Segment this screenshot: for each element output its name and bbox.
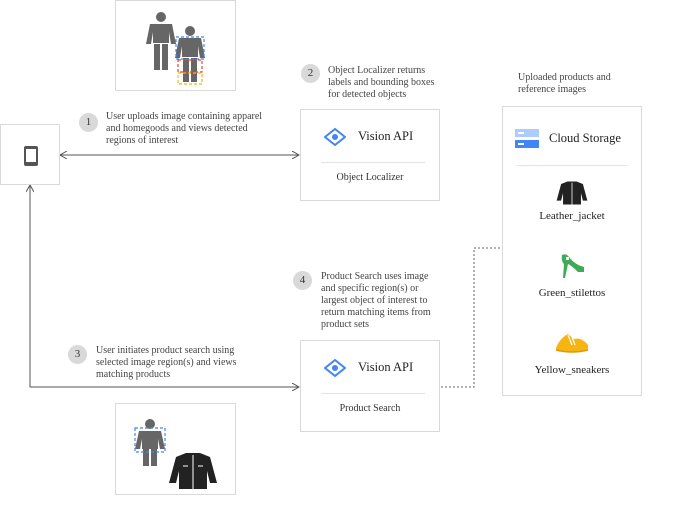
vision-api-icon	[324, 358, 346, 378]
step-2-badge: 2	[301, 64, 320, 83]
person-selected-icon	[134, 419, 166, 466]
step-4-badge: 4	[293, 271, 312, 290]
vision-api-icon	[324, 127, 346, 147]
api-subtitle: Product Search	[339, 403, 401, 414]
cloud-storage-panel: Cloud Storage Leather_jacket Green_stile…	[502, 106, 642, 396]
vision-api-object-localizer: Vision API Object Localizer	[300, 109, 440, 201]
item-label: Green_stilettos	[538, 287, 606, 299]
item-label: Leather_jacket	[539, 210, 605, 222]
item-label: Yellow_sneakers	[534, 364, 610, 376]
storage-title: Cloud Storage	[549, 131, 621, 145]
jacket-result-icon	[169, 453, 217, 489]
uploaded-image-thumbnail	[115, 0, 236, 91]
step-3-badge: 3	[68, 345, 87, 364]
jacket-icon	[556, 181, 588, 205]
smartphone-icon	[24, 146, 38, 166]
step-2-text: Object Localizer returns labels and boun…	[328, 65, 435, 100]
vision-api-product-search: Vision API Product Search	[300, 340, 440, 432]
person-with-boxes-icon	[175, 26, 205, 85]
step-3-text: User initiates product search using sele…	[96, 345, 237, 380]
step-1-badge: 1	[79, 113, 98, 132]
phone-box	[0, 124, 60, 185]
cloud-storage-icon	[515, 129, 539, 148]
step-1-text: User uploads image containing apparel an…	[106, 111, 263, 146]
stiletto-icon	[561, 254, 584, 278]
sneaker-icon	[555, 334, 589, 353]
api-subtitle: Object Localizer	[336, 172, 404, 183]
storage-heading: Uploaded products and reference images	[518, 72, 611, 95]
selected-region-thumbnail	[115, 403, 236, 495]
api-title: Vision API	[358, 360, 414, 374]
api-title: Vision API	[358, 129, 414, 143]
dotted-link-storage	[441, 247, 502, 388]
step-4-text: Product Search uses image and specific r…	[321, 271, 431, 330]
